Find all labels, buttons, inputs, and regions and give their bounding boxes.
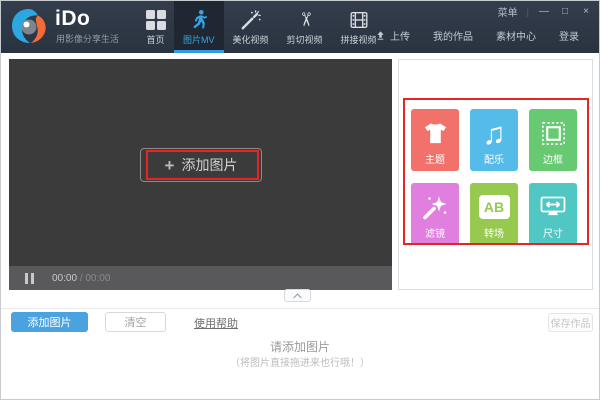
maximize-button[interactable]: □ [559, 6, 571, 17]
main-nav: 首页 图片MV 美化视频 ✂ 剪切视频 拼接视频 [137, 1, 386, 53]
header-bar: iDo 用影像分享生活 首页 图片MV 美化视频 ✂ 剪切视频 拼接视频 菜单 … [1, 1, 599, 53]
tools-panel: 主题 ♫ 配乐 边框 滤镜 AB 转场 尺寸 [398, 59, 593, 290]
tab-join-video[interactable]: 拼接视频 [332, 1, 386, 53]
empty-state-hint: （将图片直接拖进来也行哦！） [230, 358, 370, 369]
divider: | [526, 6, 529, 17]
upload-button[interactable]: 上传 [375, 28, 410, 43]
running-person-icon [188, 7, 210, 32]
footer-divider [1, 308, 599, 309]
close-button[interactable]: × [580, 6, 592, 17]
window-controls: 菜单 | — □ × [498, 4, 592, 19]
magic-wand-star-icon [411, 190, 459, 224]
add-images-button[interactable]: 添加图片 [11, 312, 88, 332]
tab-cut-video[interactable]: ✂ 剪切视频 [278, 1, 332, 53]
tile-filter[interactable]: 滤镜 [411, 183, 459, 245]
pause-icon[interactable] [25, 272, 34, 284]
tile-border[interactable]: 边框 [529, 109, 577, 171]
screen-size-icon [529, 190, 577, 224]
tile-size[interactable]: 尺寸 [529, 183, 577, 245]
scissors-icon: ✂ [294, 11, 316, 28]
tile-transition[interactable]: AB 转场 [470, 183, 518, 245]
clear-button[interactable]: 清空 [105, 312, 166, 332]
my-works-link[interactable]: 我的作品 [433, 28, 473, 43]
video-preview-panel: + 添加图片 00:00 / 00:00 [9, 59, 392, 290]
help-link[interactable]: 使用帮助 [194, 315, 238, 331]
music-note-icon: ♫ [482, 115, 506, 151]
playback-time: 00:00 / 00:00 [52, 272, 111, 284]
tile-theme[interactable]: 主题 [411, 109, 459, 171]
add-images-button-preview[interactable]: + 添加图片 [140, 148, 262, 182]
magic-wand-icon [240, 7, 262, 32]
collapse-panel-button[interactable] [284, 289, 311, 302]
login-link[interactable]: 登录 [559, 28, 579, 43]
film-strip-icon [348, 7, 370, 32]
plus-icon: + [164, 155, 175, 175]
tab-home[interactable]: 首页 [137, 1, 174, 53]
minimize-button[interactable]: — [538, 6, 550, 17]
player-controls-bar: 00:00 / 00:00 [9, 266, 392, 290]
brand-tagline: 用影像分享生活 [56, 34, 120, 44]
empty-state-title: 请添加图片 [269, 340, 330, 354]
save-work-button[interactable]: 保存作品 [548, 313, 593, 332]
stamp-frame-icon [529, 116, 577, 150]
tshirt-icon [411, 116, 459, 150]
upload-arrow-icon [377, 31, 384, 40]
tab-beautify-video[interactable]: 美化视频 [224, 1, 278, 53]
tab-photo-mv[interactable]: 图片MV [174, 1, 224, 53]
ido-logo-icon [12, 9, 46, 43]
material-center-link[interactable]: 素材中心 [496, 28, 536, 43]
tool-tiles-grid: 主题 ♫ 配乐 边框 滤镜 AB 转场 尺寸 [411, 109, 577, 245]
tile-music[interactable]: ♫ 配乐 [470, 109, 518, 171]
header-actions: 上传 我的作品 素材中心 登录 [375, 28, 579, 43]
menu-button[interactable]: 菜单 [498, 4, 518, 19]
chevron-up-icon [293, 292, 302, 298]
ab-letters-icon: AB [470, 190, 518, 224]
brand-name: iDo [55, 7, 91, 30]
grid-icon [146, 7, 166, 32]
app-window: iDo 用影像分享生活 首页 图片MV 美化视频 ✂ 剪切视频 拼接视频 菜单 … [0, 0, 600, 400]
